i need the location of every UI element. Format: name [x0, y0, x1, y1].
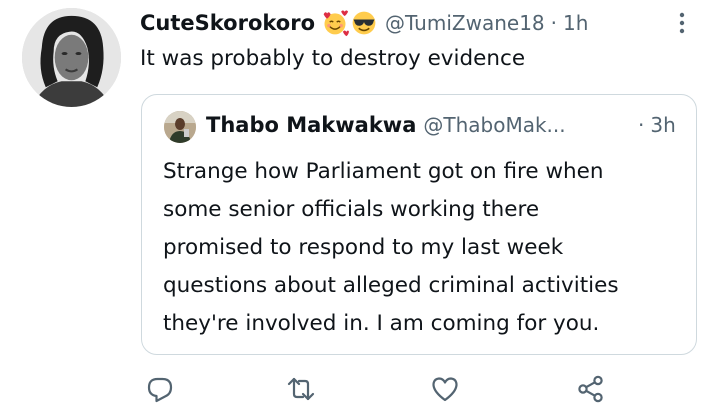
author-emojis: [321, 9, 379, 37]
quoted-author-name[interactable]: Thabo Makwakwa: [206, 113, 416, 137]
quoted-tweet[interactable]: Thabo Makwakwa @ThaboMak... · 3h Strange…: [141, 94, 697, 355]
quoted-tweet-text: Strange how Parliament got on fire when …: [163, 153, 683, 343]
like-icon: [432, 377, 458, 402]
tweet-actions: [0, 374, 720, 404]
retweet-icon: [287, 377, 315, 401]
quoted-text-line: some senior officials working there: [163, 197, 540, 222]
tweet-text: It was probably to destroy evidence: [140, 46, 526, 71]
author-avatar[interactable]: [22, 8, 121, 107]
header-separator: ·: [550, 11, 557, 35]
quoted-text-line: they're involved in. I am coming for you…: [163, 311, 600, 336]
quoted-header-separator: ·: [638, 113, 645, 137]
tweet-header: CuteSkorokoro @TumiZwane18 · 1h: [140, 6, 588, 40]
more-options-icon[interactable]: [674, 10, 690, 36]
reply-icon: [147, 377, 173, 403]
quoted-text-line: questions about alleged criminal activit…: [163, 273, 619, 298]
quoted-tweet-time[interactable]: 3h: [650, 113, 675, 137]
author-avatar-image: [22, 8, 121, 107]
author-handle[interactable]: @TumiZwane18: [385, 11, 545, 35]
quoted-author-avatar-image: [164, 111, 196, 143]
tweet-time[interactable]: 1h: [563, 11, 588, 35]
retweet-button[interactable]: [286, 374, 316, 404]
author-name[interactable]: CuteSkorokoro: [140, 11, 315, 35]
quoted-text-line: promised to respond to my last week: [163, 235, 564, 260]
share-icon: [578, 375, 603, 403]
smiling-face-with-sunglasses-icon: [352, 11, 376, 35]
smiling-face-with-hearts-icon: [323, 10, 349, 37]
quoted-author-avatar[interactable]: [164, 111, 196, 143]
quoted-tweet-time-wrap: · 3h: [638, 109, 676, 141]
quoted-author-handle[interactable]: @ThaboMak...: [423, 113, 565, 137]
like-button[interactable]: [430, 374, 460, 404]
share-button[interactable]: [576, 374, 606, 404]
reply-button[interactable]: [145, 374, 175, 404]
quoted-tweet-header: Thabo Makwakwa @ThaboMak...: [206, 109, 566, 141]
quoted-text-line: Strange how Parliament got on fire when: [163, 159, 604, 184]
